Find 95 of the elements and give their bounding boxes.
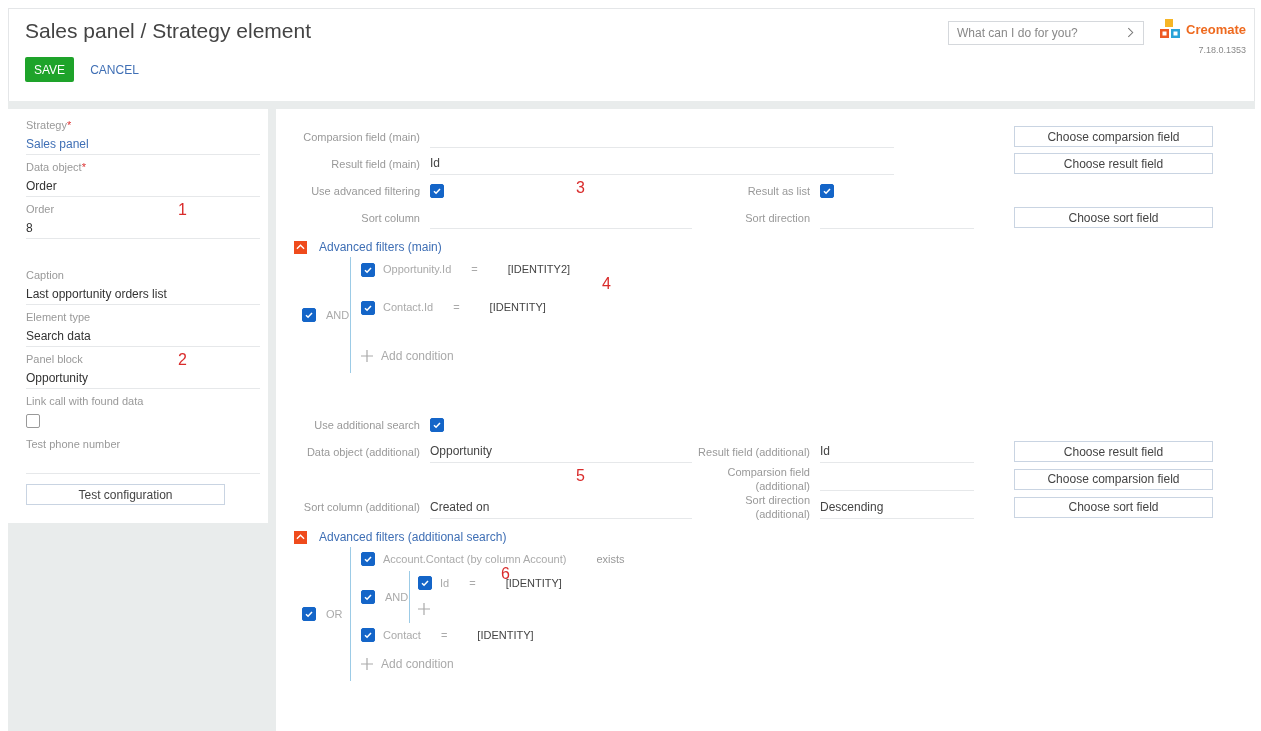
check-icon [362,264,374,276]
condition-value: [IDENTITY] [489,301,546,313]
field-label: Sort direction [744,210,811,225]
condition-operator: = [440,629,448,641]
checkbox[interactable] [361,301,375,315]
annotation-number: 1 [178,201,187,219]
group-operator: AND [385,591,409,603]
field-label: Test phone number [26,438,121,452]
test-configuration-button[interactable]: Test configuration [26,484,225,505]
group-operator: OR [326,608,343,620]
checkbox[interactable] [430,183,444,198]
checkbox[interactable] [430,417,444,432]
text-field[interactable]: Id [820,440,974,463]
field-label: Comparsion field (main) [302,129,421,144]
checkbox[interactable] [302,607,316,621]
field-label: Result field (main) [330,156,421,171]
field-label: Order [26,203,55,217]
condition-column: Opportunity.Id [383,263,452,275]
page-title: Sales panel / Strategy element [25,19,311,43]
checkbox[interactable] [26,414,40,428]
filters-title-link[interactable]: Advanced filters (main) [319,240,442,254]
field-label: Element type [26,311,91,325]
condition-operator: = [471,263,478,275]
plus-icon [361,350,373,362]
text-field[interactable]: 8 [26,218,260,239]
choose-field-button[interactable]: Choose comparsion field [1014,468,1213,490]
field-label: Caption [26,269,64,283]
text-field[interactable]: Opportunity [430,440,692,463]
checkbox[interactable] [361,590,375,604]
checkbox[interactable] [361,263,375,277]
checkbox[interactable] [418,576,432,590]
condition-column: Contact.Id [383,301,434,313]
text-field[interactable]: Search data [26,326,260,347]
checkbox[interactable] [361,628,375,642]
text-field[interactable]: Order [26,176,260,197]
check-icon [419,577,431,589]
annotation-number: 3 [576,179,585,197]
choose-field-button[interactable]: Choose result field [1014,153,1213,174]
annotation-number: 5 [576,467,585,485]
condition-column: Account.Contact (by column Account) [383,553,567,565]
field-label: Sort column (additional) [302,500,421,514]
field-label: Panel block [26,353,83,367]
filters-title-link[interactable]: Advanced filters (additional search) [319,530,507,544]
chevron-up-icon [296,534,305,540]
text-field[interactable]: Opportunity [26,368,260,389]
field-label: Strategy* [26,119,72,133]
condition-column: Id [440,577,450,589]
condition-value: [IDENTITY] [477,629,534,641]
choose-field-button[interactable]: Choose sort field [1014,207,1213,228]
logo-icon [1160,19,1181,39]
check-icon [362,629,374,641]
checkbox[interactable] [820,183,834,198]
condition-operator: = [469,577,476,589]
chevron-right-icon [1127,27,1135,38]
chevron-up-icon [296,244,305,250]
field-label: Result as list [746,183,811,198]
field-label: Use advanced filtering [310,183,421,198]
choose-field-button[interactable]: Choose sort field [1014,496,1213,518]
field-label: Result field (additional) [697,444,811,459]
check-icon [362,302,374,314]
cancel-button[interactable]: CANCEL [80,62,149,77]
field-label: Sort direction (additional) [744,493,811,521]
field-label: Data object* [26,161,86,175]
choose-field-button[interactable]: Choose result field [1014,441,1213,462]
field-label: Comparsion field (additional) [726,465,811,493]
plus-icon [418,603,430,615]
field-label: Link call with found data [26,395,144,409]
search-field[interactable]: What can I do for you? [948,21,1145,45]
logo-text: Creomate [1186,21,1246,37]
plus-icon [361,658,373,670]
collapse-toggle[interactable] [294,240,307,254]
check-icon [303,608,315,620]
condition-value: [IDENTITY2] [507,263,571,275]
field-label: Data object (additional) [305,444,421,459]
condition-operator: exists [596,553,625,565]
version-text: 7.18.0.1353 [1198,45,1246,55]
collapse-toggle[interactable] [294,530,307,544]
text-field[interactable]: Id [430,152,894,175]
checkbox[interactable] [361,552,375,566]
checkbox[interactable] [302,308,316,322]
choose-field-button[interactable]: Choose comparsion field [1014,126,1213,147]
check-icon [362,591,374,603]
condition-column: Contact [383,629,421,641]
field-label: Use additional search [313,417,421,432]
check-icon [362,553,374,565]
text-field[interactable]: Sales panel [26,134,260,155]
text-field[interactable]: Last opportunity orders list [26,284,260,305]
annotation-number: 2 [178,351,187,369]
check-icon [303,309,315,321]
condition-operator: = [453,301,460,313]
annotation-number: 4 [602,275,611,293]
group-operator: AND [326,309,350,321]
field-label: Sort column [360,210,421,225]
text-field[interactable]: Created on [430,495,692,519]
text-field[interactable]: Descending [820,495,974,519]
